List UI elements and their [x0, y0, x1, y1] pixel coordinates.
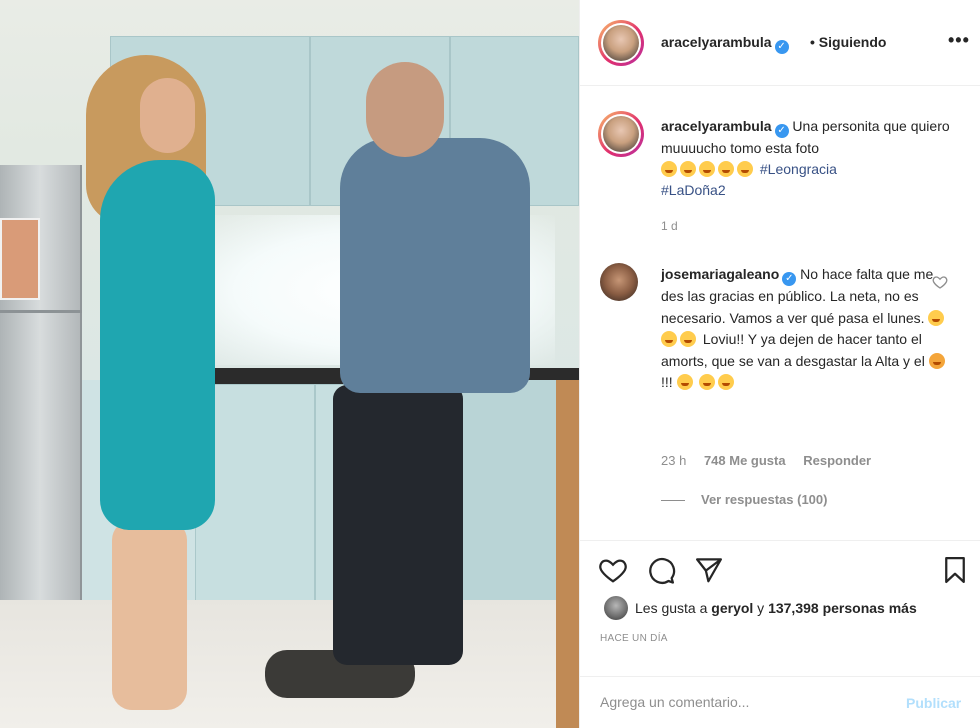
laughing-emoji-icon	[661, 331, 677, 347]
verified-badge-icon: ✓	[774, 124, 789, 138]
reply-button[interactable]: Responder	[803, 453, 871, 468]
author-username[interactable]: aracelyarambula ✓	[661, 34, 789, 54]
comment-composer: Publicar	[580, 676, 980, 728]
laughing-emoji-icon	[718, 374, 735, 390]
comment-time[interactable]: 23 h	[661, 453, 686, 468]
kiss-emoji-icon	[718, 161, 734, 177]
comment-meta: 23 h 748 Me gusta Responder	[661, 453, 885, 468]
action-bar	[580, 540, 980, 600]
hashtag-link[interactable]: #LaDoña2	[661, 182, 726, 198]
photo-man-head	[366, 62, 444, 157]
follow-status-button[interactable]: • Siguiendo	[810, 34, 886, 50]
photo-fridge-picture	[0, 218, 40, 300]
caption-author-avatar[interactable]	[598, 111, 644, 157]
bookmark-icon[interactable]	[940, 555, 970, 585]
verified-badge-icon: ✓	[782, 272, 797, 286]
send-icon[interactable]	[694, 555, 724, 585]
photo-man-pants	[333, 385, 463, 665]
post-side-panel: aracelyarambula ✓ • Siguiendo ••• aracely…	[579, 0, 980, 728]
laughing-emoji-icon	[676, 374, 693, 390]
laughing-emoji-icon	[928, 309, 945, 326]
post-photo[interactable]	[0, 0, 579, 728]
photo-woman-dress	[100, 160, 215, 530]
likes-count-link[interactable]: 137,398 personas más	[768, 600, 917, 616]
caption: aracelyarambula ✓ Una personita que quier…	[661, 116, 961, 201]
view-replies-button[interactable]: Ver respuestas (100)	[661, 492, 827, 507]
photo-man-shirt	[340, 138, 530, 393]
hashtag-link[interactable]: #Leongracia	[760, 161, 837, 177]
liker-username[interactable]: geryol	[711, 600, 753, 616]
caption-time[interactable]: 1 d	[661, 219, 678, 233]
laughing-emoji-icon	[680, 331, 696, 347]
heart-icon[interactable]	[598, 555, 628, 585]
liker-avatar[interactable]	[604, 596, 628, 620]
replies-divider	[661, 500, 685, 502]
post-comment-button[interactable]: Publicar	[906, 695, 961, 711]
comment-icon[interactable]	[646, 555, 676, 585]
comment-like-heart-icon[interactable]	[932, 274, 948, 290]
post-timestamp[interactable]: HACE UN DÍA	[600, 633, 668, 644]
author-avatar[interactable]	[598, 20, 644, 66]
lion-emoji-icon	[928, 352, 945, 369]
comment-likes[interactable]: 748 Me gusta	[704, 453, 786, 468]
caption-username[interactable]: aracelyarambula	[661, 118, 772, 134]
kiss-emoji-icon	[680, 161, 696, 177]
heart-eyes-emoji-icon	[661, 161, 677, 177]
more-horizontal-icon[interactable]: •••	[948, 30, 970, 51]
photo-chair	[556, 380, 579, 728]
comment-input[interactable]	[600, 691, 890, 713]
photo-woman-face	[140, 78, 195, 153]
comment-username[interactable]: josemariagaleano	[661, 266, 779, 282]
photo-fridge-line	[0, 310, 82, 313]
verified-badge-icon: ✓	[774, 40, 789, 54]
kiss-emoji-icon	[699, 161, 715, 177]
photo-woman-legs	[112, 520, 187, 710]
post-header: aracelyarambula ✓ • Siguiendo •••	[580, 0, 980, 86]
comment-body: josemariagaleano ✓ No hace falta que me d…	[661, 264, 951, 394]
kiss-emoji-icon	[737, 161, 753, 177]
commenter-avatar[interactable]	[600, 263, 638, 301]
laughing-emoji-icon	[699, 374, 716, 390]
comment-text: Loviu!! Y ya dejen de hacer tanto el amo…	[661, 331, 925, 369]
